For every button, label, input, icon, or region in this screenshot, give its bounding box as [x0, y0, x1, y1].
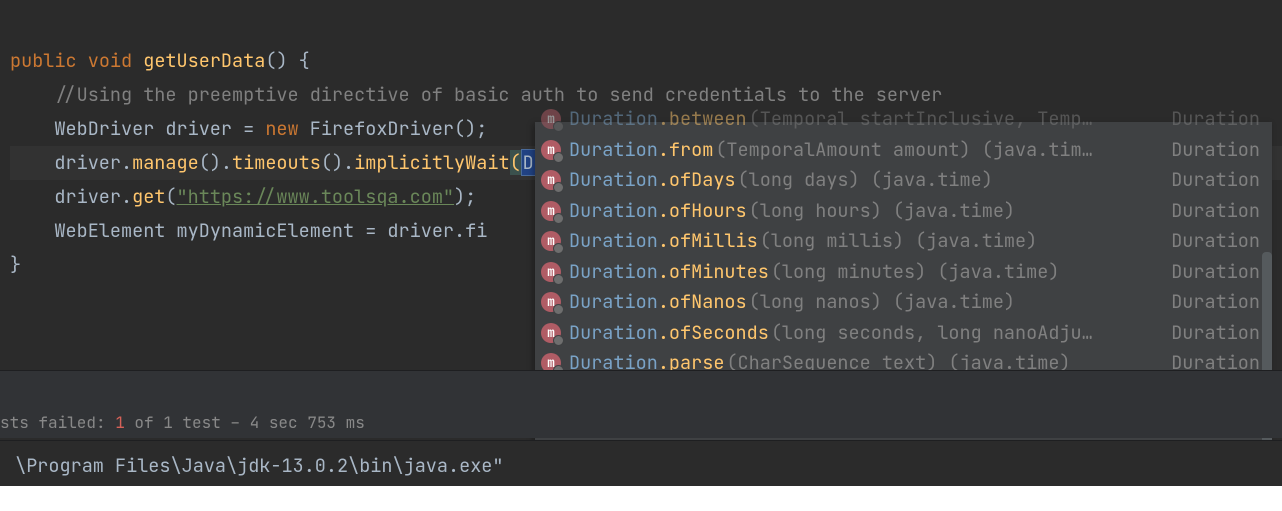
completion-type: Duration: [1157, 196, 1260, 227]
method-icon: m: [541, 323, 561, 343]
completion-type: Duration: [1157, 318, 1260, 349]
completion-signature: (long seconds, long nanoAdju…: [771, 318, 1093, 349]
fail-count: 1: [115, 412, 125, 433]
completion-type: Duration: [1157, 287, 1260, 318]
close-brace: }: [10, 252, 21, 277]
l5a: driver.: [54, 184, 132, 209]
line3a: WebDriver driver =: [54, 116, 265, 141]
fn-name: getUserData: [143, 48, 265, 73]
l4m3: implicitlyWait: [354, 150, 509, 175]
l4c: ().: [321, 150, 354, 175]
completion-match: Duration: [569, 287, 658, 318]
l6a: WebElement: [54, 218, 176, 243]
completion-type: Duration: [1157, 165, 1260, 196]
kw-new: new: [265, 116, 298, 141]
completion-item[interactable]: mDuration.ofMinutes(long minutes) (java.…: [535, 257, 1272, 288]
method-icon: m: [541, 201, 561, 221]
completion-item[interactable]: mDuration.ofDays(long days) (java.time)D…: [535, 165, 1272, 196]
method-icon: m: [541, 109, 561, 129]
completion-item[interactable]: mDuration.between(Temporal startInclusiv…: [535, 104, 1272, 135]
completion-match: Duration: [569, 165, 658, 196]
l6v: myDynamicElement: [177, 218, 355, 243]
completion-item[interactable]: mDuration.ofHours(long hours) (java.time…: [535, 196, 1272, 227]
completion-match: Duration: [569, 318, 658, 349]
completion-item[interactable]: mDuration.ofMillis(long millis) (java.ti…: [535, 226, 1272, 257]
sig-tail: () {: [265, 48, 309, 73]
exec-path: \Program Files\Java\jdk-13.0.2\bin\java.…: [15, 453, 503, 478]
completion-signature: (TemporalAmount amount) (java.tim…: [715, 135, 1092, 166]
completion-signature: (long millis) (java.time): [760, 226, 1038, 257]
kw-public: public: [10, 48, 77, 73]
completion-signature: (long days) (java.time): [738, 165, 993, 196]
completion-match: Duration: [569, 104, 658, 135]
completion-suffix: .ofHours: [658, 196, 747, 227]
completion-match: Duration: [569, 135, 658, 166]
completion-signature: (Temporal startInclusive, Temp…: [749, 104, 1093, 135]
tool-window-separator: [0, 370, 1282, 406]
completion-suffix: .from: [658, 135, 714, 166]
l4m1: manage: [132, 150, 199, 175]
l5c: );: [454, 184, 476, 209]
method-icon: m: [541, 170, 561, 190]
l4a: driver.: [54, 150, 132, 175]
l5m: get: [132, 184, 165, 209]
bottom-gap: [0, 486, 1282, 511]
l4b: ().: [199, 150, 232, 175]
l4m2: timeouts: [232, 150, 321, 175]
method-icon: m: [541, 140, 561, 160]
method-icon: m: [541, 292, 561, 312]
completion-suffix: .between: [658, 104, 747, 135]
fail-rest: of 1 test – 4 sec 753 ms: [125, 412, 365, 433]
completion-signature: (long hours) (java.time): [749, 196, 1015, 227]
fail-prefix: sts failed:: [0, 412, 115, 433]
completion-type: Duration: [1157, 104, 1260, 135]
l4paren-open: (: [510, 150, 521, 175]
completion-match: Duration: [569, 196, 658, 227]
completion-item[interactable]: mDuration.from(TemporalAmount amount) (j…: [535, 135, 1272, 166]
test-status-bar: sts failed: 1 of 1 test – 4 sec 753 ms: [0, 406, 1282, 438]
completion-suffix: .ofMinutes: [658, 257, 769, 288]
l6b: = driver.fi: [354, 218, 487, 243]
completion-suffix: .ofNanos: [658, 287, 747, 318]
method-icon: m: [541, 262, 561, 282]
l5b: (: [165, 184, 176, 209]
completion-signature: (long minutes) (java.time): [771, 257, 1060, 288]
completion-suffix: .ofSeconds: [658, 318, 769, 349]
completion-suffix: .ofDays: [658, 165, 736, 196]
l5str: "https://www.toolsqa.com": [177, 184, 455, 209]
completion-suffix: .ofMillis: [658, 226, 758, 257]
completion-type: Duration: [1157, 257, 1260, 288]
method-icon: m: [541, 231, 561, 251]
kw-void: void: [88, 48, 132, 73]
completion-item[interactable]: mDuration.ofNanos(long nanos) (java.time…: [535, 287, 1272, 318]
completion-match: Duration: [569, 226, 658, 257]
completion-match: Duration: [569, 257, 658, 288]
completion-type: Duration: [1157, 226, 1260, 257]
console-output[interactable]: \Program Files\Java\jdk-13.0.2\bin\java.…: [0, 440, 1282, 486]
line3b: FirefoxDriver();: [299, 116, 488, 141]
completion-type: Duration: [1157, 135, 1260, 166]
completion-signature: (long nanos) (java.time): [749, 287, 1015, 318]
completion-item[interactable]: mDuration.ofSeconds(long seconds, long n…: [535, 318, 1272, 349]
